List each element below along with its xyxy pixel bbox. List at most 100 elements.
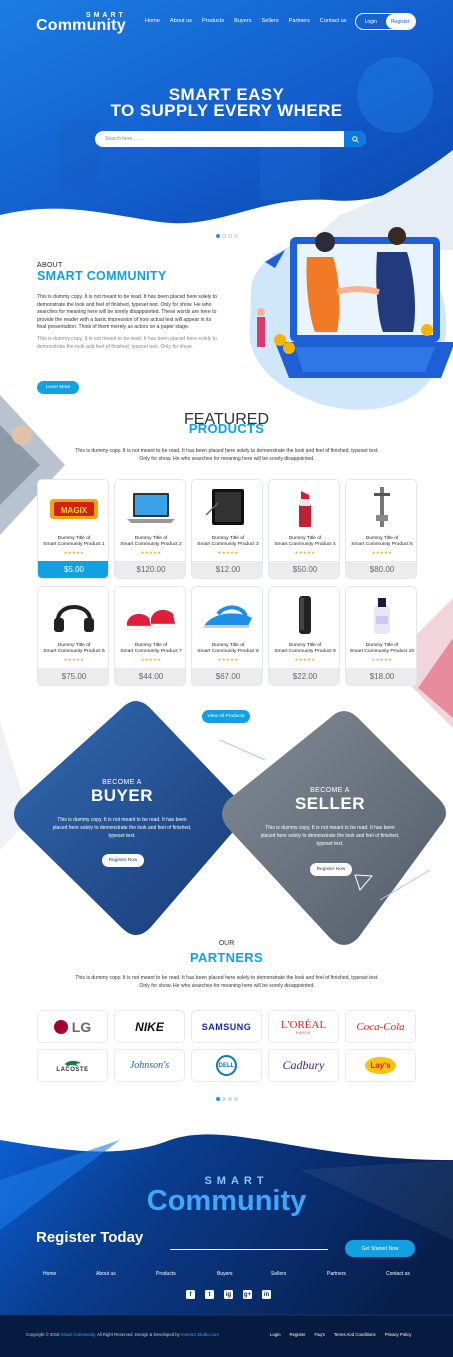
- linkedin-icon[interactable]: in: [262, 1290, 271, 1299]
- nav-partners[interactable]: Partners: [289, 18, 310, 24]
- product-card[interactable]: Dummy Title of Smart Community Product 10…: [345, 586, 417, 686]
- buyer-register-button[interactable]: Register Now: [102, 854, 144, 867]
- products-title: PRODUCTS: [188, 421, 265, 436]
- copyright-brand[interactable]: Smart Community.: [61, 1332, 96, 1337]
- nav-contact[interactable]: Contact us: [320, 18, 347, 24]
- footer-brand: SMART Community: [0, 1175, 453, 1216]
- partner-logo-lg[interactable]: LG: [37, 1010, 108, 1043]
- auth-toggle: Login Register: [355, 13, 416, 30]
- register-button[interactable]: Register: [385, 14, 415, 29]
- partner-logo-lays[interactable]: Lay's: [345, 1049, 416, 1082]
- headphones-icon: [54, 605, 94, 632]
- twitter-icon[interactable]: t: [205, 1290, 214, 1299]
- nav-buyers[interactable]: Buyers: [234, 18, 251, 24]
- buyer-title: BUYER: [90, 786, 153, 805]
- footer-nav-buyers[interactable]: Buyers: [217, 1271, 233, 1277]
- social-links: f t ig g+ in: [186, 1290, 271, 1299]
- rating-stars: ★★★★★: [294, 550, 316, 555]
- lipstick-icon: [299, 491, 311, 527]
- partner-name: L'ORÉAL: [280, 1018, 327, 1031]
- partner-name: DELL: [216, 1055, 237, 1076]
- product-title: Dummy Title of Smart Community Product 1: [43, 536, 105, 547]
- partners-label: OUR: [218, 940, 235, 947]
- partner-name: LG: [71, 1018, 92, 1035]
- slider-dot[interactable]: [234, 1097, 238, 1101]
- partner-name: LACOSTE: [56, 1066, 89, 1073]
- get-started-button[interactable]: Get Started Now: [345, 1240, 415, 1257]
- partner-logo-dell[interactable]: DELL: [191, 1049, 262, 1082]
- partner-logo-cadbury[interactable]: Cadbury: [268, 1049, 339, 1082]
- footer-legal-links: Login Register Faq's Terms And Condition…: [270, 1332, 420, 1337]
- about-label: ABOUT: [37, 262, 63, 269]
- product-card[interactable]: Dummy Title of Smart Community Product 8 ★…: [191, 586, 263, 686]
- about-paragraph-muted: This is dummy copy. It is not meant to b…: [37, 335, 217, 350]
- partner-logo-johnsons[interactable]: Johnson's: [114, 1049, 185, 1082]
- slider-dot[interactable]: [222, 1097, 226, 1101]
- search-button[interactable]: [344, 131, 366, 147]
- google-plus-icon[interactable]: g+: [243, 1290, 252, 1299]
- rating-stars: ★★★★★: [371, 550, 393, 555]
- snack-bar-icon: MAGIX: [50, 499, 98, 519]
- product-card[interactable]: Dummy Title of Smart Community Product 4 ★…: [268, 479, 340, 579]
- partner-name: NIKE: [135, 1019, 164, 1034]
- cosmetic-bottle-icon: [374, 598, 390, 634]
- footer-terms-link[interactable]: Terms And Conditions: [334, 1332, 376, 1337]
- instagram-icon[interactable]: ig: [224, 1290, 233, 1299]
- product-title: Dummy Title of Smart Community Product 4: [274, 536, 336, 547]
- products-intro: This is dummy copy. It is not meant to b…: [75, 448, 379, 462]
- nav-sellers[interactable]: Sellers: [262, 18, 279, 24]
- login-button[interactable]: Login: [356, 14, 386, 29]
- product-card[interactable]: Dummy Title of Smart Community Product 6 ★…: [37, 586, 109, 686]
- nav-about[interactable]: About us: [170, 18, 192, 24]
- partner-logo-loreal[interactable]: L'ORÉAL PARIS: [268, 1010, 339, 1043]
- buyer-label: BECOME A: [102, 779, 142, 786]
- footer-login-link[interactable]: Login: [270, 1332, 281, 1337]
- slider-dot[interactable]: [234, 234, 238, 238]
- iron-icon: [204, 605, 252, 628]
- slider-dot[interactable]: [216, 234, 220, 238]
- footer-register-link[interactable]: Register: [290, 1332, 306, 1337]
- footer-nav-sellers[interactable]: Sellers: [271, 1271, 286, 1277]
- footer-nav-home[interactable]: Home: [43, 1271, 56, 1277]
- slider-dot[interactable]: [222, 234, 226, 238]
- learn-more-button[interactable]: Learn More: [37, 381, 79, 394]
- product-card[interactable]: Dummy Title of Smart Community Product 2 ★…: [114, 479, 186, 579]
- product-card[interactable]: Dummy Title of Smart Community Product 3 ★…: [191, 479, 263, 579]
- footer-nav-products[interactable]: Products: [156, 1271, 176, 1277]
- seller-label: BECOME A: [310, 787, 350, 794]
- footer-nav-contact[interactable]: Contact us: [386, 1271, 410, 1277]
- seller-register-button[interactable]: Register Now: [310, 863, 352, 876]
- partner-logo-cocacola[interactable]: Coca-Cola: [345, 1010, 416, 1043]
- slider-dot[interactable]: [228, 1097, 232, 1101]
- product-title: Dummy Title of Smart Community Product 2: [120, 536, 182, 547]
- slider-dot[interactable]: [228, 234, 232, 238]
- footer-nav-partners[interactable]: Partners: [327, 1271, 346, 1277]
- partner-name: SAMSUNG: [201, 1021, 252, 1032]
- product-card[interactable]: Dummy Title of Smart Community Product 7 ★…: [114, 586, 186, 686]
- footer-faq-link[interactable]: Faq's: [315, 1332, 325, 1337]
- search-icon: [351, 135, 359, 143]
- developer-link[interactable]: Imeetcz Studio.com: [181, 1332, 219, 1337]
- search-input[interactable]: Search here........: [105, 136, 143, 142]
- product-card[interactable]: Dummy Title of Smart Community Product 9 ★…: [268, 586, 340, 686]
- top-nav: SMART Community Home About us Products B…: [0, 10, 453, 36]
- nav-products[interactable]: Products: [202, 18, 224, 24]
- footer-privacy-link[interactable]: Privacy Policy: [385, 1332, 412, 1337]
- product-card[interactable]: Dummy Title of Smart Community Product 5 ★…: [345, 479, 417, 579]
- product-title: Dummy Title of Smart Community Product 10: [349, 643, 415, 654]
- product-card[interactable]: MAGIX Dummy Title of Smart Community Produ…: [37, 479, 109, 579]
- about-title: SMART COMMUNITY: [37, 269, 167, 283]
- brand-logo[interactable]: SMART Community: [36, 12, 126, 34]
- lg-circle-icon: [53, 1019, 68, 1034]
- partner-logo-nike[interactable]: NIKE: [114, 1010, 185, 1043]
- facebook-icon[interactable]: f: [186, 1290, 195, 1299]
- buyer-panel: BECOME A BUYER This is dummy copy. It is…: [52, 779, 192, 840]
- rating-stars: ★★★★★: [140, 550, 162, 555]
- partner-logo-samsung[interactable]: SAMSUNG: [191, 1010, 262, 1043]
- slider-dot[interactable]: [216, 1097, 220, 1101]
- nav-home[interactable]: Home: [145, 18, 160, 24]
- footer-nav-about[interactable]: About us: [96, 1271, 116, 1277]
- copyright: Copyright © 2019 Smart Community. All Ri…: [26, 1332, 219, 1337]
- laptop-icon: [127, 493, 175, 523]
- partner-logo-lacoste[interactable]: LACOSTE: [37, 1049, 108, 1082]
